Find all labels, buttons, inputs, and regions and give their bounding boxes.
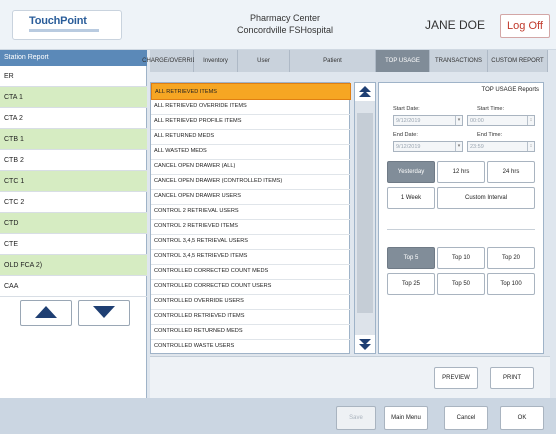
end-date-value: 9/12/2019 (396, 144, 421, 150)
tab-top-usage[interactable]: TOP USAGE (376, 50, 430, 72)
tab-charge-override[interactable]: CHARGE/OVERRIDE (142, 50, 201, 72)
period-12hrs-button[interactable]: 12 hrs (437, 161, 485, 183)
logo-underline (29, 29, 99, 32)
top-10-button[interactable]: Top 10 (437, 247, 485, 269)
start-time-label: Start Time: (477, 106, 505, 112)
top-5-button[interactable]: Top 5 (387, 247, 435, 269)
end-time-label: End Time: (477, 132, 503, 138)
start-time-field[interactable]: 00:00 ↕ (467, 115, 535, 126)
print-button[interactable]: PRINT (490, 367, 534, 389)
station-item[interactable]: CAA (0, 276, 147, 297)
tab-custom-report[interactable]: CUSTOM REPORT (488, 50, 548, 72)
cancel-button[interactable]: Cancel (444, 406, 488, 430)
station-item[interactable]: CTC 2 (0, 192, 147, 213)
end-time-field[interactable]: 23:59 ↕ (467, 141, 535, 152)
up-arrow-icon (35, 306, 57, 318)
panel-title: TOP USAGE Reports (481, 87, 539, 93)
station-item[interactable]: CTC 1 (0, 171, 147, 192)
tab-transactions[interactable]: TRANSACTIONS (430, 50, 488, 72)
ok-button[interactable]: OK (500, 406, 544, 430)
station-item[interactable]: OLD FCA 2) (0, 255, 147, 276)
station-item[interactable]: ER (0, 66, 147, 87)
station-panel-header: Station Report (0, 50, 147, 66)
main-menu-button[interactable]: Main Menu (384, 406, 428, 430)
station-item[interactable]: CTA 2 (0, 108, 147, 129)
top-25-button[interactable]: Top 25 (387, 273, 435, 295)
station-scroll-up-button[interactable] (20, 300, 72, 326)
end-time-value: 23:59 (470, 144, 484, 150)
tab-inventory[interactable]: Inventory (194, 50, 238, 72)
app-header: TouchPoint Pharmacy Center Concordville … (0, 0, 556, 50)
logo-text: TouchPoint (29, 15, 87, 27)
app-title-line2: Concordville FSHospital (236, 25, 334, 35)
tab-patient[interactable]: Patient (290, 50, 376, 72)
scroll-thumb[interactable] (357, 113, 373, 313)
period-1week-button[interactable]: 1 Week (387, 187, 435, 209)
scroll-down-button[interactable] (355, 335, 375, 353)
bottom-bar: Save Main Menu Cancel OK (0, 398, 556, 434)
report-options-panel: TOP USAGE Reports Start Date: Start Time… (378, 82, 544, 354)
start-date-label: Start Date: (393, 106, 420, 112)
app-title: Pharmacy Center Concordville FSHospital (200, 12, 370, 36)
period-24hrs-button[interactable]: 24 hrs (487, 161, 535, 183)
report-list-scrollbar[interactable] (354, 82, 376, 354)
spinner-icon[interactable]: ↕ (527, 142, 534, 151)
start-date-field[interactable]: 9/12/2019 ▾ (393, 115, 463, 126)
station-scroll-down-button[interactable] (78, 300, 130, 326)
station-item[interactable]: CTA 1 (0, 87, 147, 108)
logoff-button[interactable]: Log Off (500, 14, 550, 38)
divider (387, 229, 535, 230)
station-item[interactable]: CTD (0, 213, 147, 234)
calendar-icon[interactable]: ▾ (455, 116, 462, 125)
station-item[interactable]: CTE (0, 234, 147, 255)
report-action-strip: PREVIEW PRINT (150, 356, 550, 398)
report-list-item[interactable]: CONTROLLED WASTE USERS (151, 338, 351, 355)
scroll-up-button[interactable] (355, 83, 375, 101)
start-time-value: 00:00 (470, 118, 484, 124)
top-100-button[interactable]: Top 100 (487, 273, 535, 295)
preview-button[interactable]: PREVIEW (434, 367, 478, 389)
report-list: ALL RETRIEVED ITEMS ALL RETRIEVED OVERRI… (150, 82, 351, 355)
top-20-button[interactable]: Top 20 (487, 247, 535, 269)
end-date-label: End Date: (393, 132, 418, 138)
down-arrow-icon (93, 306, 115, 318)
user-name: JANE DOE (424, 18, 485, 32)
start-date-value: 9/12/2019 (396, 118, 421, 124)
double-up-arrow-icon (359, 86, 371, 97)
period-custom-interval-button[interactable]: Custom Interval (437, 187, 535, 209)
period-yesterday-button[interactable]: Yesterday (387, 161, 435, 183)
calendar-icon[interactable]: ▾ (455, 142, 462, 151)
touchpoint-logo: TouchPoint (12, 10, 122, 40)
spinner-icon[interactable]: ↕ (527, 116, 534, 125)
station-item[interactable]: CTB 1 (0, 129, 147, 150)
end-date-field[interactable]: 9/12/2019 ▾ (393, 141, 463, 152)
station-panel: Station Report ER CTA 1 CTA 2 CTB 1 CTB … (0, 50, 147, 398)
double-down-arrow-icon (359, 339, 371, 350)
save-button[interactable]: Save (336, 406, 376, 430)
app-title-line1: Pharmacy Center (249, 13, 321, 23)
tab-user[interactable]: User (238, 50, 290, 72)
station-item[interactable]: CTB 2 (0, 150, 147, 171)
top-50-button[interactable]: Top 50 (437, 273, 485, 295)
